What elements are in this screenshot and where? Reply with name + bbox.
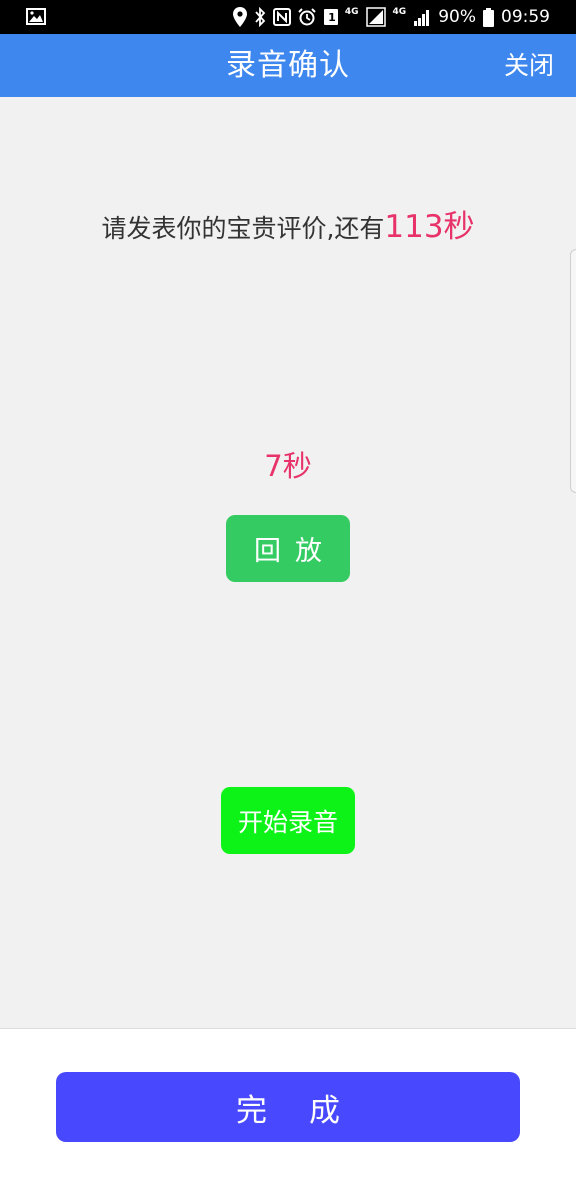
battery-icon	[483, 7, 494, 27]
location-icon	[232, 7, 247, 27]
clock: 09:59	[501, 7, 550, 27]
alarm-icon	[298, 7, 316, 27]
recorded-duration: 7秒	[264, 449, 312, 483]
signal-icon-1	[365, 7, 386, 27]
page-title: 录音确认	[226, 48, 350, 83]
network-type-label-2: 4G	[392, 7, 407, 17]
close-button[interactable]: 关闭	[504, 34, 554, 97]
nfc-icon	[272, 7, 291, 27]
sim-slot-label: 1	[328, 10, 336, 24]
signal-icon-2	[413, 7, 431, 27]
footer: 完成	[0, 1028, 576, 1184]
remaining-time: 113秒	[384, 209, 475, 245]
done-button[interactable]: 完成	[56, 1072, 520, 1142]
image-icon	[26, 8, 46, 25]
prompt-text: 请发表你的宝贵评价,还有	[101, 214, 385, 243]
battery-percent: 90%	[438, 7, 476, 27]
prompt-line: 请发表你的宝贵评价,还有113秒	[0, 205, 576, 251]
start-recording-button[interactable]: 开始录音	[221, 787, 355, 854]
playback-button[interactable]: 回放	[226, 515, 350, 582]
app-bar: 录音确认 关闭	[0, 34, 576, 97]
recording-panel: 请发表你的宝贵评价,还有113秒 7秒 回放 开始录音	[0, 97, 576, 1028]
status-icons: 1 4G 4G 90% 09:59	[232, 0, 550, 34]
bluetooth-icon	[254, 7, 266, 27]
status-bar: 1 4G 4G 90% 09:59	[0, 0, 576, 34]
network-type-label-1: 4G	[344, 7, 359, 17]
